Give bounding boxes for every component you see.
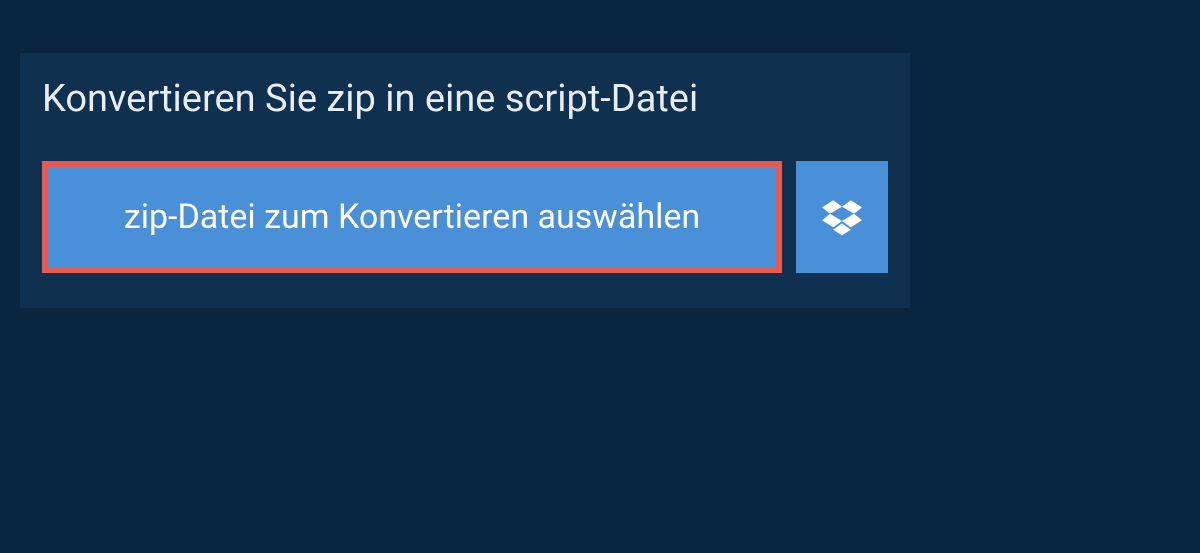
select-file-button-label: zip-Datei zum Konvertieren auswählen (124, 197, 700, 237)
select-file-button[interactable]: zip-Datei zum Konvertieren auswählen (42, 161, 782, 273)
dropbox-button[interactable] (796, 161, 888, 273)
page-title: Konvertieren Sie zip in eine script-Date… (20, 53, 910, 161)
converter-panel: Konvertieren Sie zip in eine script-Date… (20, 53, 910, 308)
dropbox-icon (822, 197, 862, 237)
button-row: zip-Datei zum Konvertieren auswählen (20, 161, 910, 273)
